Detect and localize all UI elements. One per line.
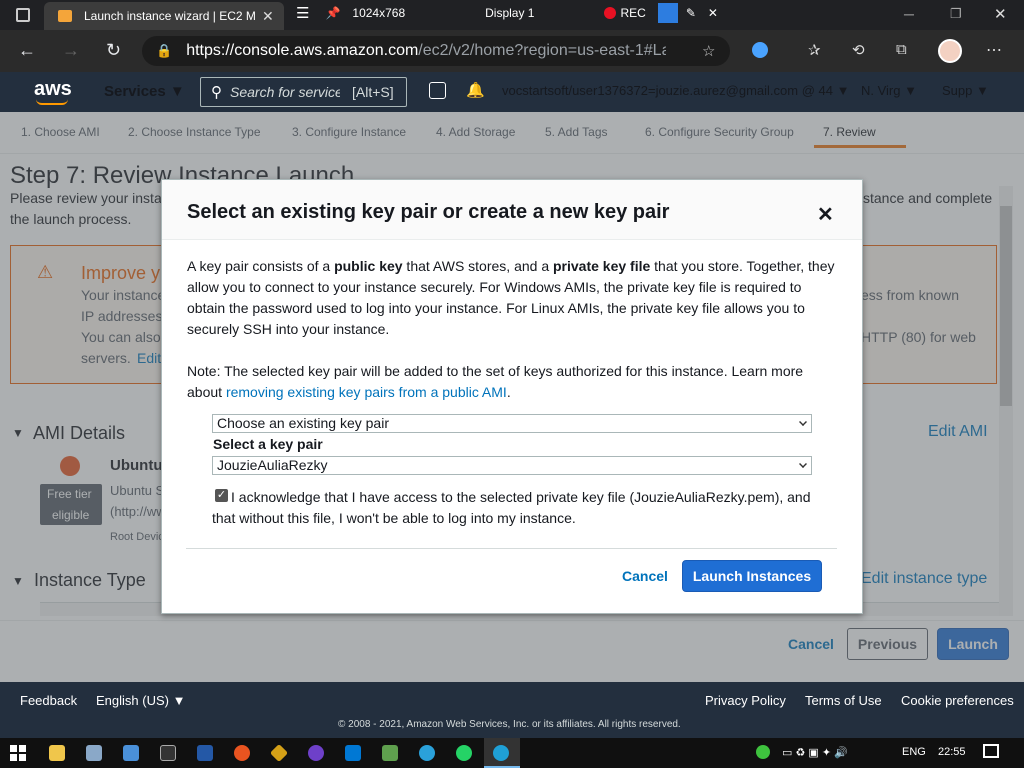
telegram-icon[interactable]: [419, 745, 435, 761]
key-pair-explanation: A key pair consists of a public key that…: [187, 258, 835, 337]
modal-title: Select an existing key pair or create a …: [187, 201, 670, 223]
copyright-text: © 2008 - 2021, Amazon Web Services, Inc.…: [338, 719, 681, 730]
forward-icon[interactable]: →: [62, 40, 80, 61]
key-pair-select[interactable]: JouzieAuliaRezky: [212, 456, 812, 475]
language-selector[interactable]: English (US) ▼: [96, 693, 185, 708]
clock[interactable]: 22:55: [938, 746, 966, 758]
acknowledge-text: I acknowledge that I have access to the …: [212, 489, 811, 526]
search-shortcut: [Alt+S]: [352, 84, 394, 100]
minimize-icon[interactable]: ─: [904, 6, 914, 22]
key-pair-note: Note: The selected key pair will be adde…: [187, 363, 804, 400]
modal-cancel-button[interactable]: Cancel: [622, 568, 668, 584]
pin-icon[interactable]: 📌: [325, 6, 340, 20]
recording-toolbar: ☰ 📌 1024x768 Display 1 REC ✎ ✕: [290, 0, 718, 26]
ubuntu-icon[interactable]: [234, 745, 250, 761]
remove-key-pairs-link[interactable]: removing existing key pairs from a publi…: [226, 384, 507, 400]
chevron-down-icon: [799, 460, 807, 468]
extension-icon[interactable]: [752, 42, 768, 58]
more-menu-icon[interactable]: ⋯: [986, 40, 1002, 60]
rec-button[interactable]: REC: [620, 6, 645, 20]
collections-icon[interactable]: ⧉: [896, 41, 907, 58]
account-menu[interactable]: vocstartsoft/user1376372=jouzie.aurez@gm…: [502, 83, 849, 98]
region-menu[interactable]: N. Virg ▼: [861, 83, 917, 98]
cmd-icon[interactable]: [160, 745, 176, 761]
tab-actions-icon[interactable]: [16, 8, 30, 22]
privacy-policy-link[interactable]: Privacy Policy: [705, 693, 786, 708]
back-icon[interactable]: ←: [18, 40, 36, 61]
record-dot-icon: [604, 7, 617, 19]
key-pair-mode-select[interactable]: Choose an existing key pair: [212, 414, 812, 433]
notifications-bell-icon[interactable]: 🔔: [466, 81, 485, 99]
favorites-icon[interactable]: ✰: [808, 41, 821, 59]
resolution-label: 1024x768: [352, 6, 406, 20]
edge-icon[interactable]: [493, 745, 509, 761]
browser-tab[interactable]: Launch instance wizard | EC2 Ma ✕: [44, 2, 284, 30]
vscode-icon[interactable]: [345, 745, 361, 761]
tray-app-icon[interactable]: [756, 745, 770, 759]
whatsapp-icon[interactable]: [456, 745, 472, 761]
app-icon[interactable]: [123, 745, 139, 761]
address-bar[interactable]: 🔒 https://console.aws.amazon.com/ec2/v2/…: [142, 36, 730, 66]
windows-start-icon[interactable]: [10, 745, 26, 761]
recorder-close-icon[interactable]: ✕: [708, 6, 718, 20]
select-key-pair-label: Select a key pair: [213, 436, 323, 452]
app-icon[interactable]: [86, 745, 102, 761]
launch-instances-button[interactable]: Launch Instances: [682, 560, 822, 592]
key-pair-mode-value: Choose an existing key pair: [217, 415, 389, 431]
powershell-icon[interactable]: [197, 745, 213, 761]
aws-logo[interactable]: aws: [34, 78, 72, 101]
terms-of-use-link[interactable]: Terms of Use: [805, 693, 882, 708]
search-placeholder: Search for service: [230, 84, 340, 100]
tab-close-icon[interactable]: ✕: [262, 8, 274, 25]
key-pair-value: JouzieAuliaRezky: [217, 457, 328, 473]
history-icon[interactable]: ⟲: [852, 41, 865, 59]
support-menu[interactable]: Supp ▼: [942, 83, 989, 98]
modal-close-icon[interactable]: ✕: [817, 202, 834, 227]
tab-title: Launch instance wizard | EC2 Ma: [84, 9, 256, 23]
url-text: https://console.aws.amazon.com/ec2/v2/ho…: [186, 42, 667, 59]
menu-icon[interactable]: ☰: [296, 4, 309, 22]
services-menu[interactable]: Services ▼: [104, 83, 185, 100]
aws-favicon-icon: [58, 10, 72, 22]
lock-icon: 🔒: [156, 43, 173, 58]
language-indicator[interactable]: ENG: [902, 746, 926, 758]
reload-icon[interactable]: ↻: [106, 40, 121, 61]
cloudshell-icon[interactable]: [429, 82, 446, 99]
feedback-link[interactable]: Feedback: [20, 693, 77, 708]
display-label[interactable]: Display 1: [485, 6, 534, 20]
camera-icon[interactable]: [657, 3, 678, 23]
chevron-down-icon: [799, 418, 807, 426]
add-favorite-icon[interactable]: ☆: [702, 42, 715, 60]
service-search-input[interactable]: ⚲ Search for service [Alt+S]: [200, 77, 407, 107]
search-icon: ⚲: [211, 84, 222, 101]
aws-smile-icon: [36, 99, 68, 105]
file-explorer-icon[interactable]: [49, 745, 65, 761]
cookie-preferences-link[interactable]: Cookie preferences: [901, 693, 1014, 708]
restore-icon[interactable]: ❐: [950, 6, 962, 22]
pen-icon[interactable]: ✎: [686, 6, 696, 20]
notification-center-icon[interactable]: [983, 744, 999, 758]
profile-avatar[interactable]: [938, 39, 962, 63]
tray-icons[interactable]: ▭ ♻ ▣ ✦ 🔊: [782, 746, 848, 759]
window-close-icon[interactable]: ✕: [994, 5, 1007, 23]
node-icon[interactable]: [382, 745, 398, 761]
modal-divider: [186, 548, 837, 549]
github-icon[interactable]: [308, 745, 324, 761]
